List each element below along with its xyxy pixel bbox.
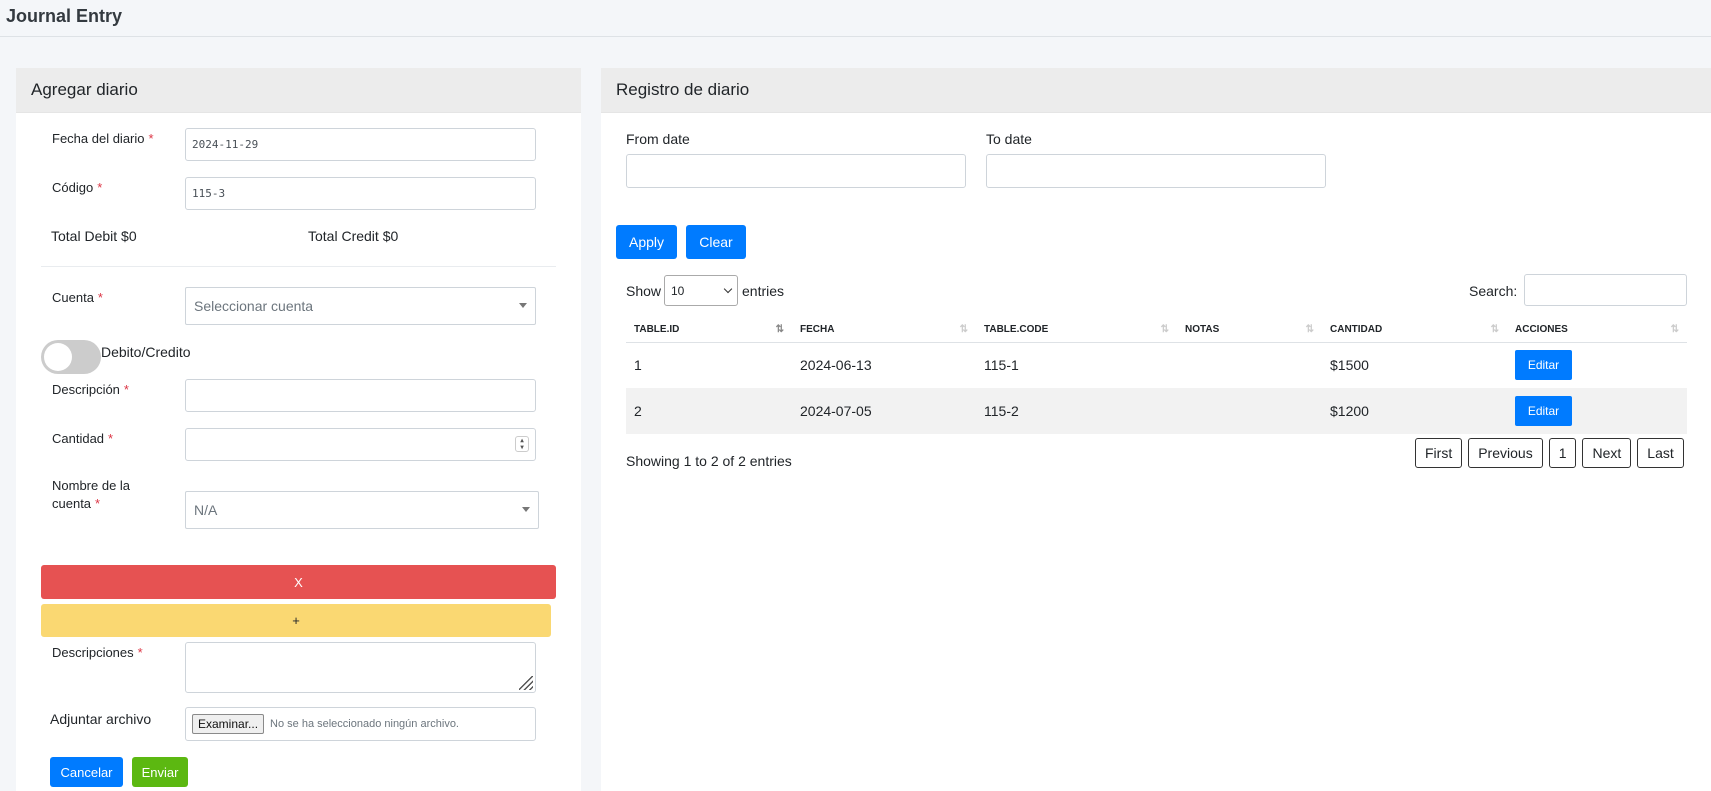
- sort-icon: ⇅: [959, 324, 968, 335]
- cell-acciones: Editar: [1507, 342, 1687, 388]
- edit-button[interactable]: Editar: [1515, 350, 1572, 381]
- cell-cantidad: $1500: [1322, 342, 1507, 388]
- page-previous-button[interactable]: Previous: [1468, 438, 1543, 468]
- edit-button[interactable]: Editar: [1515, 396, 1572, 426]
- chevron-down-icon: [723, 284, 733, 294]
- cuenta-label: Cuenta *: [52, 290, 103, 305]
- number-spinner[interactable]: ▲ ▼: [515, 436, 529, 452]
- cell-notas: [1177, 388, 1322, 434]
- descripciones-label: Descripciones *: [52, 645, 143, 660]
- cell-code: 115-1: [976, 342, 1177, 388]
- descripciones-textarea[interactable]: [185, 642, 536, 693]
- col-header-code[interactable]: TABLE.CODE ⇅: [976, 318, 1177, 343]
- from-date-label: From date: [626, 131, 690, 147]
- chevron-down-icon: [519, 303, 527, 308]
- cell-acciones: Editar: [1507, 388, 1687, 434]
- file-input[interactable]: Examinar... No se ha seleccionado ningún…: [185, 707, 536, 741]
- show-label: Show: [626, 283, 662, 299]
- cell-notas: [1177, 342, 1322, 388]
- table-row: 2 2024-07-05 115-2 $1200 Editar: [626, 388, 1687, 434]
- debit-credit-toggle[interactable]: [41, 340, 101, 374]
- submit-button[interactable]: Enviar: [132, 757, 188, 787]
- remove-row-button[interactable]: X: [41, 565, 556, 599]
- resize-grip-icon[interactable]: [519, 676, 533, 690]
- divider: [41, 266, 556, 267]
- cell-fecha: 2024-06-13: [792, 342, 976, 388]
- sort-asc-icon: ⇅: [775, 324, 784, 335]
- sort-icon: ⇅: [1490, 324, 1499, 335]
- cantidad-input[interactable]: ▲ ▼: [185, 428, 536, 461]
- codigo-label: Código *: [52, 180, 103, 195]
- from-date-input[interactable]: [626, 154, 966, 188]
- cantidad-label: Cantidad *: [52, 431, 114, 446]
- entries-select[interactable]: 10: [664, 275, 738, 306]
- cell-id: 1: [626, 342, 792, 388]
- cancel-button[interactable]: Cancelar: [50, 757, 123, 787]
- clear-button[interactable]: Clear: [686, 225, 746, 259]
- fecha-input[interactable]: 2024-11-29: [185, 128, 536, 161]
- sort-icon: ⇅: [1160, 324, 1169, 335]
- to-date-label: To date: [986, 131, 1032, 147]
- total-debit: Total Debit $0: [51, 228, 137, 244]
- search-input[interactable]: [1524, 274, 1687, 306]
- sort-icon: ⇅: [1305, 324, 1314, 335]
- nombre-cuenta-label-line1: Nombre de la: [52, 478, 131, 493]
- spin-up-icon: ▲: [520, 436, 524, 444]
- nombre-cuenta-label-line2: cuenta *: [52, 496, 101, 511]
- to-date-input[interactable]: [986, 154, 1326, 188]
- col-header-id[interactable]: TABLE.ID ⇅: [626, 318, 792, 343]
- adjuntar-label: Adjuntar archivo: [50, 711, 152, 727]
- spin-down-icon: ▼: [520, 443, 524, 451]
- cuenta-select[interactable]: Seleccionar cuenta: [185, 287, 536, 325]
- add-journal-header: Agregar diario: [16, 68, 581, 113]
- add-row-button[interactable]: +: [41, 604, 551, 637]
- total-credit: Total Credit $0: [308, 228, 399, 244]
- apply-button[interactable]: Apply: [616, 225, 677, 259]
- col-header-cantidad[interactable]: CANTIDAD ⇅: [1322, 318, 1507, 343]
- toggle-knob: [44, 343, 72, 371]
- cell-fecha: 2024-07-05: [792, 388, 976, 434]
- chevron-down-icon: [522, 507, 530, 512]
- page-number-button[interactable]: 1: [1548, 438, 1577, 468]
- table-row: 1 2024-06-13 115-1 $1500 Editar: [626, 342, 1687, 388]
- nombre-cuenta-value: N/A: [194, 502, 218, 518]
- search-label: Search:: [1469, 283, 1518, 299]
- entries-select-value: 10: [671, 283, 685, 298]
- cuenta-select-value: Seleccionar cuenta: [194, 298, 314, 314]
- col-header-acciones[interactable]: ACCIONES ⇅: [1507, 318, 1687, 343]
- browse-button[interactable]: Examinar...: [192, 714, 265, 734]
- journal-register-header: Registro de diario: [601, 68, 1711, 113]
- file-status: No se ha seleccionado ningún archivo.: [270, 718, 459, 730]
- fecha-label: Fecha del diario *: [52, 131, 154, 146]
- pagination: First Previous 1 Next Last: [1415, 438, 1684, 468]
- journal-table: TABLE.ID ⇅ FECHA ⇅ TABLE.CODE ⇅ NOTAS ⇅ CANT…: [626, 318, 1687, 434]
- cell-cantidad: $1200: [1322, 388, 1507, 434]
- descripcion-input[interactable]: [185, 379, 536, 412]
- table-info: Showing 1 to 2 of 2 entries: [626, 453, 792, 469]
- cell-code: 115-2: [976, 388, 1177, 434]
- page-last-button[interactable]: Last: [1637, 438, 1684, 468]
- page-first-button[interactable]: First: [1415, 438, 1463, 468]
- page-header: Journal Entry: [0, 0, 1711, 37]
- col-header-notas[interactable]: NOTAS ⇅: [1177, 318, 1322, 343]
- nombre-cuenta-select[interactable]: N/A: [185, 491, 539, 529]
- table-header-row: TABLE.ID ⇅ FECHA ⇅ TABLE.CODE ⇅ NOTAS ⇅ CANT…: [626, 318, 1687, 343]
- page-next-button[interactable]: Next: [1582, 438, 1632, 468]
- sort-icon: ⇅: [1670, 324, 1679, 335]
- cell-id: 2: [626, 388, 792, 434]
- toggle-label: Debito/Credito: [101, 344, 191, 360]
- codigo-input[interactable]: 115-3: [185, 177, 536, 210]
- descripcion-label: Descripción *: [52, 382, 129, 397]
- entries-label: entries: [742, 283, 785, 299]
- page-title: Journal Entry: [6, 6, 123, 26]
- col-header-fecha[interactable]: FECHA ⇅: [792, 318, 976, 343]
